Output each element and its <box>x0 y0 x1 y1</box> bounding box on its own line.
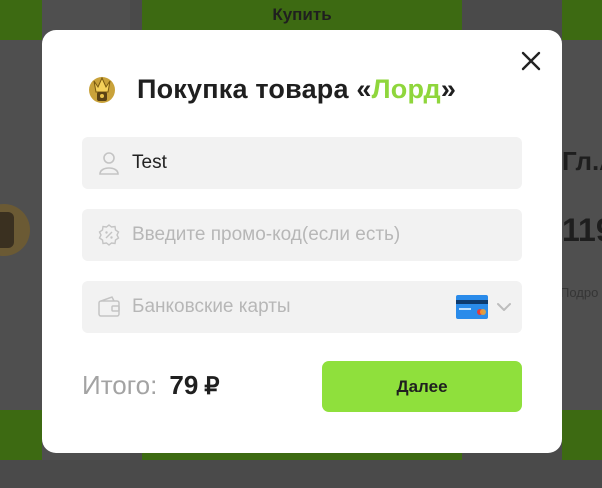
discount-icon <box>97 223 121 247</box>
name-field[interactable] <box>82 137 522 189</box>
user-icon <box>97 151 121 175</box>
title-prefix: Покупка товара « <box>137 73 372 104</box>
promo-field[interactable] <box>82 209 522 261</box>
chevron-down-icon <box>496 299 512 315</box>
background-bar-right-bottom <box>562 410 602 460</box>
background-buy-button: Купить <box>142 0 462 30</box>
product-name: Лорд <box>371 73 441 104</box>
credit-card-icon <box>456 295 488 319</box>
promo-input[interactable] <box>132 224 452 246</box>
wallet-icon <box>97 295 121 319</box>
background-side-small: Подро <box>560 285 599 300</box>
background-bar-left-bottom <box>0 410 42 460</box>
background-bar-right-top <box>562 0 602 40</box>
name-input[interactable] <box>132 152 452 174</box>
background-side-price: 119 <box>562 212 602 248</box>
product-icon <box>86 72 118 106</box>
purchase-modal: Покупка товара «Лорд» Банковские карты И… <box>42 30 562 453</box>
currency-symbol: ₽ <box>204 373 220 400</box>
next-button[interactable]: Далее <box>322 361 522 412</box>
modal-header: Покупка товара «Лорд» <box>86 72 456 106</box>
background-bar-left-top <box>0 0 42 40</box>
payment-method-select[interactable]: Банковские карты <box>82 281 522 333</box>
payment-method-label: Банковские карты <box>132 296 291 317</box>
order-total: Итого: 79 ₽ <box>82 370 220 401</box>
close-icon[interactable] <box>520 50 542 72</box>
total-label: Итого: <box>82 370 158 400</box>
title-suffix: » <box>440 73 457 104</box>
modal-title: Покупка товара «Лорд» <box>137 74 456 105</box>
background-side-title: Гл.А <box>562 146 602 176</box>
total-value: 79 <box>169 370 199 400</box>
